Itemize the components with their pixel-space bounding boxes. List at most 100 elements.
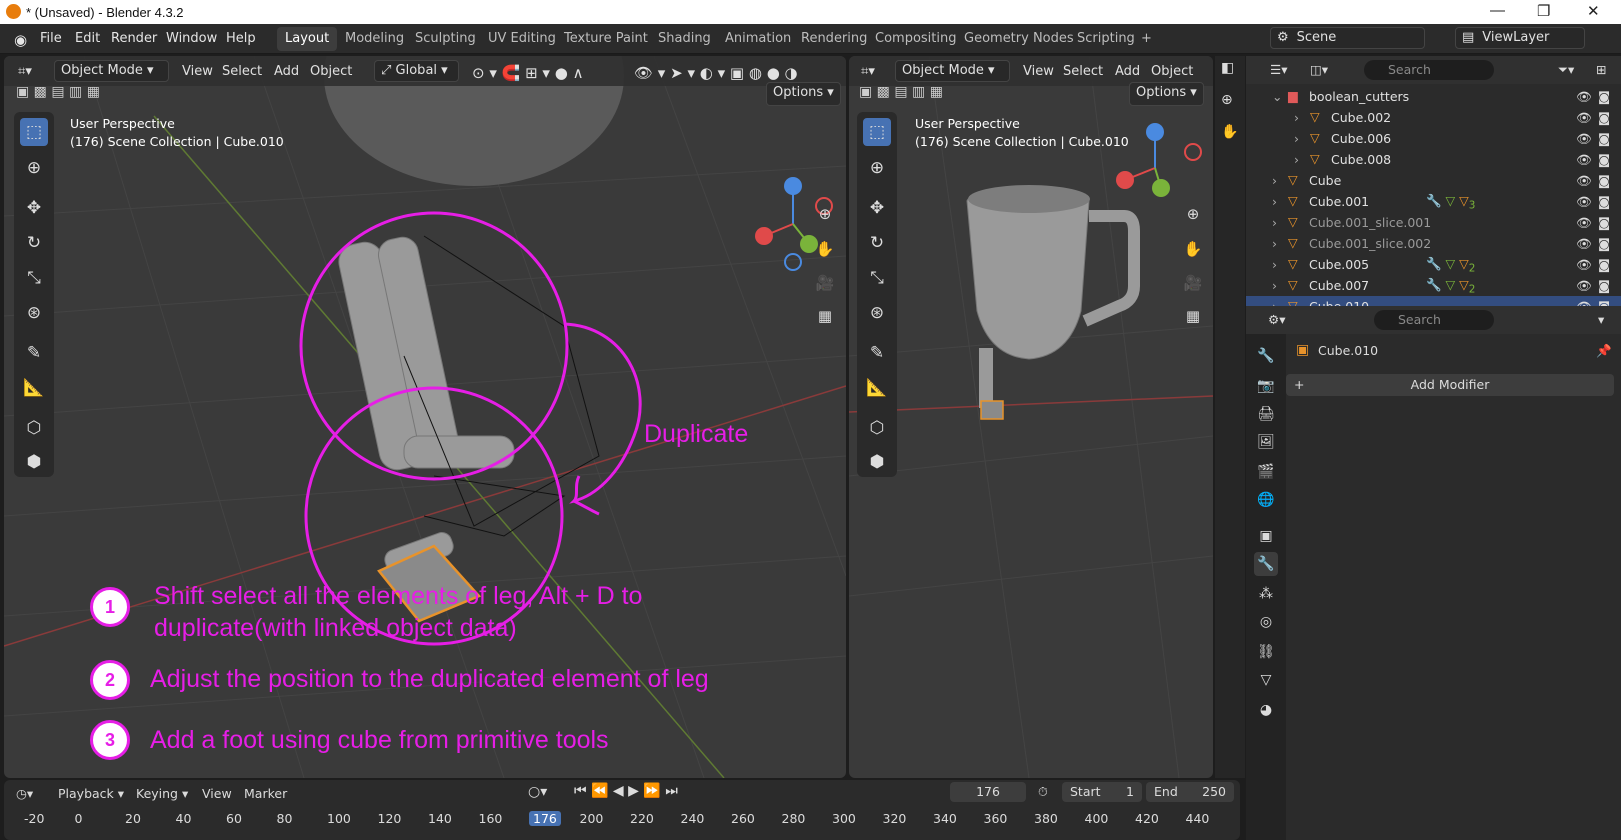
- timeline-menu-view[interactable]: View: [202, 786, 232, 801]
- move-icon-right[interactable]: ✥: [863, 194, 891, 222]
- render-camera-icon[interactable]: ◙: [1598, 110, 1610, 125]
- properties-editor-icon[interactable]: ⚙▾: [1268, 312, 1285, 327]
- extrude-icon-right[interactable]: ⬢: [863, 448, 891, 476]
- pan-hand-icon[interactable]: ✋: [812, 236, 838, 262]
- menu-help[interactable]: Help: [226, 31, 256, 46]
- tab-layout[interactable]: Layout: [277, 27, 338, 51]
- outliner-row[interactable]: › ▽ Cube.008 👁 ◙: [1246, 149, 1621, 170]
- outliner-row[interactable]: › ▽ Cube.002 👁 ◙: [1246, 107, 1621, 128]
- timeline-menu-keying[interactable]: Keying ▾: [136, 786, 188, 801]
- render-camera-icon[interactable]: ◙: [1598, 236, 1610, 251]
- viewport-right-menu-select[interactable]: Select: [1063, 64, 1103, 79]
- viewport-right[interactable]: ⌗▾ Object Mode ▾ View Select Add Object …: [849, 56, 1213, 778]
- visibility-eye-icon[interactable]: 👁: [1576, 194, 1592, 210]
- expand-arrow-icon[interactable]: ›: [1294, 110, 1299, 125]
- start-frame-field[interactable]: Start 1: [1062, 782, 1142, 802]
- visibility-eye-icon[interactable]: 👁: [1576, 131, 1592, 147]
- viewport-right-menu-view[interactable]: View: [1023, 64, 1054, 79]
- expand-arrow-icon[interactable]: ⌄: [1272, 89, 1282, 104]
- timeline-editor-icon[interactable]: ◷▾: [16, 786, 33, 801]
- outliner-row[interactable]: ⌄ ▆ boolean_cutters 👁 ◙: [1246, 86, 1621, 107]
- camera-icon[interactable]: 🎥: [812, 270, 838, 296]
- current-frame-field[interactable]: 176: [950, 782, 1026, 802]
- menu-render[interactable]: Render: [111, 31, 157, 46]
- render-camera-icon[interactable]: ◙: [1598, 89, 1610, 104]
- viewport-right-menu-object[interactable]: Object: [1151, 64, 1193, 79]
- options-button[interactable]: Options ▾: [766, 82, 841, 106]
- data-tab-icon[interactable]: ▽: [1254, 668, 1278, 692]
- annotate-icon-right[interactable]: ✎: [863, 339, 891, 367]
- outliner-row[interactable]: › ▽ Cube.007 👁 ◙ 🔧 ▽ ▽2: [1246, 275, 1621, 296]
- transform-icon[interactable]: ⊛: [20, 299, 48, 327]
- editor-type-icon[interactable]: ⌗▾: [18, 64, 32, 79]
- outliner-editor-icon[interactable]: ☰▾: [1270, 62, 1287, 77]
- visibility-eye-icon[interactable]: 👁: [1576, 257, 1592, 273]
- viewport-right-menu-add[interactable]: Add: [1115, 64, 1140, 79]
- rotate-icon[interactable]: ↻: [20, 229, 48, 257]
- display-mode-icon[interactable]: ◫▾: [1310, 62, 1328, 77]
- expand-arrow-icon[interactable]: ›: [1294, 152, 1299, 167]
- options-button-right[interactable]: Options ▾: [1129, 82, 1204, 106]
- grid-ortho-icon[interactable]: ▦: [812, 303, 838, 329]
- measure-icon[interactable]: 📐: [20, 374, 48, 402]
- tab-uv-editing[interactable]: UV Editing: [480, 27, 564, 51]
- pivot-icon[interactable]: ⊙ ▾ 🧲 ⊞ ▾ ● ∧: [472, 64, 584, 82]
- constraints-tab-icon[interactable]: ⛓: [1254, 640, 1278, 664]
- expand-arrow-icon[interactable]: ›: [1272, 173, 1277, 188]
- transform-icon-right[interactable]: ⊛: [863, 299, 891, 327]
- tab-rendering[interactable]: Rendering: [793, 27, 875, 51]
- extrude-icon[interactable]: ⬢: [20, 448, 48, 476]
- visibility-eye-icon[interactable]: 👁: [1576, 152, 1592, 168]
- render-camera-icon[interactable]: ◙: [1598, 131, 1610, 146]
- render-camera-icon[interactable]: ◙: [1598, 278, 1610, 293]
- menu-edit[interactable]: Edit: [75, 31, 100, 46]
- mode-selector[interactable]: Object Mode ▾: [54, 60, 169, 82]
- tab-geometry-nodes[interactable]: Geometry Nodes: [956, 27, 1082, 51]
- scene-selector[interactable]: ⚙ Scene: [1270, 27, 1425, 49]
- timeline-ruler[interactable]: -20 0 20 40 60 80 100 120 140 160 176 200 220 240 260 2…: [4, 808, 1240, 830]
- measure-icon-right[interactable]: 📐: [863, 374, 891, 402]
- autokey-icon[interactable]: ○▾: [528, 784, 547, 800]
- add-workspace-button[interactable]: +: [1133, 27, 1160, 51]
- pin-icon[interactable]: 📌: [1596, 343, 1612, 359]
- outliner-row[interactable]: › ▽ Cube.006 👁 ◙: [1246, 128, 1621, 149]
- outliner-row[interactable]: › ▽ Cube.001 👁 ◙ 🔧 ▽ ▽3: [1246, 191, 1621, 212]
- visibility-eye-icon[interactable]: 👁: [1576, 173, 1592, 189]
- blender-menu-icon[interactable]: ◉: [14, 31, 27, 49]
- tab-sculpting[interactable]: Sculpting: [407, 27, 484, 51]
- view-layer-selector[interactable]: ▤ ViewLayer: [1455, 27, 1585, 49]
- minimize-button[interactable]: —: [1490, 2, 1505, 19]
- render-camera-icon[interactable]: ◙: [1598, 257, 1610, 272]
- visibility-eye-icon[interactable]: 👁: [1576, 89, 1592, 105]
- tab-texture-paint[interactable]: Texture Paint: [556, 27, 656, 51]
- expand-arrow-icon[interactable]: ›: [1272, 236, 1277, 251]
- outliner-row[interactable]: › ▽ Cube.001_slice.001 👁 ◙: [1246, 212, 1621, 233]
- editor-type-icon-right[interactable]: ⌗▾: [861, 64, 875, 79]
- tab-modeling[interactable]: Modeling: [337, 27, 412, 51]
- cursor-icon-right[interactable]: ⊕: [863, 154, 891, 182]
- mode-selector-right[interactable]: Object Mode ▾: [895, 60, 1010, 82]
- world-tab-icon[interactable]: 🌐: [1254, 488, 1278, 512]
- end-frame-field[interactable]: End 250: [1146, 782, 1234, 802]
- tab-animation[interactable]: Animation: [717, 27, 799, 51]
- pan-hand-icon-strip[interactable]: ✋: [1221, 124, 1238, 140]
- properties-search-input[interactable]: Search: [1374, 310, 1494, 330]
- visibility-eye-icon[interactable]: 👁: [1576, 110, 1592, 126]
- playback-controls-icons[interactable]: ⏮ ⏪ ◀ ▶ ⏩ ⏭: [574, 783, 678, 799]
- select-mode-icons-right[interactable]: ▣ ▩ ▤ ▥ ▦: [859, 84, 961, 104]
- camera-icon-right[interactable]: 🎥: [1180, 270, 1206, 296]
- scale-icon-right[interactable]: ⤡: [863, 264, 891, 292]
- add-cube-icon[interactable]: ⬡: [20, 414, 48, 442]
- stopwatch-icon[interactable]: ⏱: [1038, 784, 1048, 800]
- sidebar-toggle-icon[interactable]: ◧: [1221, 60, 1234, 76]
- select-box-icon-right[interactable]: ⬚: [863, 118, 891, 146]
- visibility-eye-icon[interactable]: 👁: [1576, 215, 1592, 231]
- render-camera-icon[interactable]: ◙: [1598, 173, 1610, 188]
- tab-compositing[interactable]: Compositing: [867, 27, 965, 51]
- scene-tab-icon[interactable]: 🎬: [1254, 460, 1278, 484]
- expand-arrow-icon[interactable]: ›: [1294, 131, 1299, 146]
- render-tab-icon[interactable]: 📷: [1254, 374, 1278, 398]
- add-modifier-button[interactable]: + Add Modifier: [1286, 374, 1614, 396]
- grid-ortho-icon-right[interactable]: ▦: [1180, 303, 1206, 329]
- maximize-button[interactable]: ❐: [1537, 2, 1550, 20]
